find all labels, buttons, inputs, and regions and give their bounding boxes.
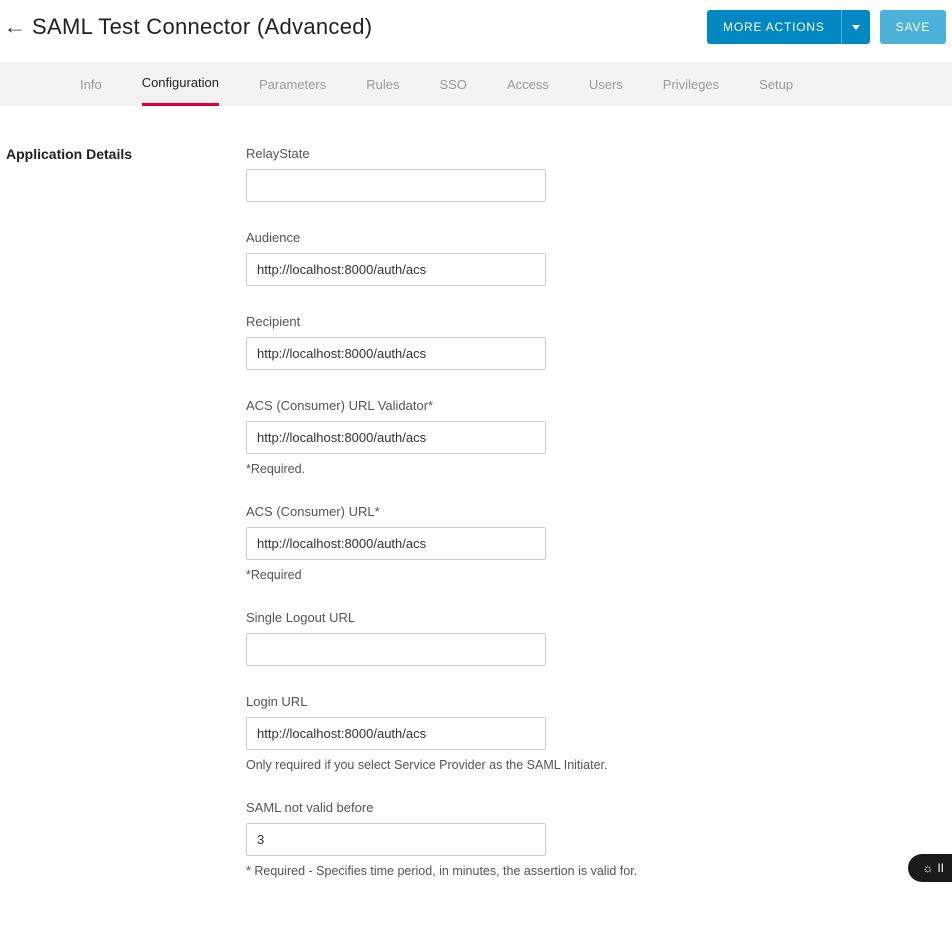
field-audience: Audience	[246, 230, 706, 286]
form-column: RelayState Audience Recipient ACS (Consu…	[246, 146, 706, 906]
label-not-valid-before: SAML not valid before	[246, 800, 706, 815]
label-slo-url: Single Logout URL	[246, 610, 706, 625]
help-fab[interactable]: ☼ II	[908, 854, 952, 882]
field-not-valid-before: SAML not valid before * Required - Speci…	[246, 800, 706, 878]
tab-rules[interactable]: Rules	[366, 62, 399, 106]
label-login-url: Login URL	[246, 694, 706, 709]
help-not-valid-before: * Required - Specifies time period, in m…	[246, 864, 706, 878]
tab-users[interactable]: Users	[589, 62, 623, 106]
input-relaystate[interactable]	[246, 169, 546, 202]
label-acs-url: ACS (Consumer) URL*	[246, 504, 706, 519]
field-acs-url: ACS (Consumer) URL* *Required	[246, 504, 706, 582]
field-slo-url: Single Logout URL	[246, 610, 706, 666]
tab-privileges[interactable]: Privileges	[663, 62, 719, 106]
back-arrow-icon[interactable]: ←	[3, 17, 26, 38]
section-title: Application Details	[6, 146, 246, 906]
field-acs-validator: ACS (Consumer) URL Validator* *Required.	[246, 398, 706, 476]
page-title: SAML Test Connector (Advanced)	[32, 14, 372, 40]
tab-sso[interactable]: SSO	[439, 62, 466, 106]
label-acs-validator: ACS (Consumer) URL Validator*	[246, 398, 706, 413]
label-recipient: Recipient	[246, 314, 706, 329]
help-acs-validator: *Required.	[246, 462, 706, 476]
more-actions-button[interactable]: MORE ACTIONS	[707, 10, 841, 44]
field-login-url: Login URL Only required if you select Se…	[246, 694, 706, 772]
tab-info[interactable]: Info	[80, 62, 102, 106]
more-actions-group: MORE ACTIONS	[707, 10, 870, 44]
input-acs-url[interactable]	[246, 527, 546, 560]
tab-configuration[interactable]: Configuration	[142, 62, 219, 106]
field-recipient: Recipient	[246, 314, 706, 370]
label-relaystate: RelayState	[246, 146, 706, 161]
tab-parameters[interactable]: Parameters	[259, 62, 326, 106]
fab-label: II	[937, 861, 944, 875]
chevron-down-icon	[852, 25, 860, 30]
input-slo-url[interactable]	[246, 633, 546, 666]
label-audience: Audience	[246, 230, 706, 245]
field-relaystate: RelayState	[246, 146, 706, 202]
content-area: Application Details RelayState Audience …	[0, 106, 952, 926]
tab-bar: Info Configuration Parameters Rules SSO …	[0, 62, 952, 106]
input-recipient[interactable]	[246, 337, 546, 370]
more-actions-dropdown-button[interactable]	[841, 10, 870, 44]
help-acs-url: *Required	[246, 568, 706, 582]
input-login-url[interactable]	[246, 717, 546, 750]
tab-setup[interactable]: Setup	[759, 62, 793, 106]
input-acs-validator[interactable]	[246, 421, 546, 454]
lightbulb-icon: ☼	[922, 861, 933, 875]
header-actions: MORE ACTIONS SAVE	[707, 10, 946, 44]
save-button[interactable]: SAVE	[880, 10, 946, 44]
help-login-url: Only required if you select Service Prov…	[246, 758, 706, 772]
page-header: ← SAML Test Connector (Advanced) MORE AC…	[0, 0, 952, 62]
header-left: ← SAML Test Connector (Advanced)	[6, 14, 372, 40]
tab-access[interactable]: Access	[507, 62, 549, 106]
input-audience[interactable]	[246, 253, 546, 286]
input-not-valid-before[interactable]	[246, 823, 546, 856]
